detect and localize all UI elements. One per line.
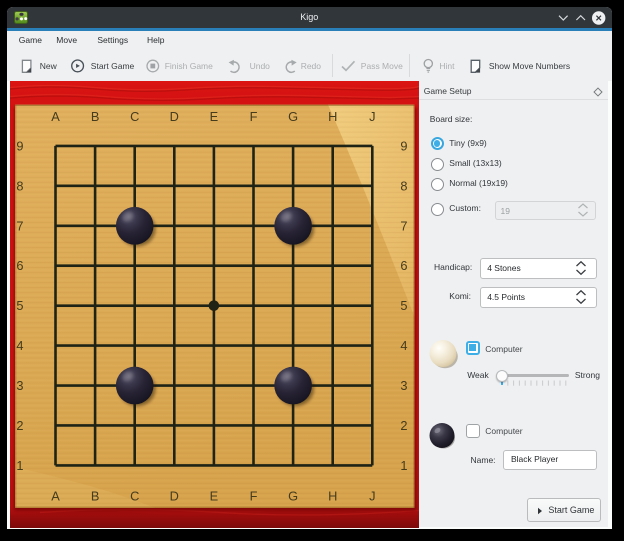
- svg-text:B: B: [90, 488, 99, 503]
- svg-text:H: H: [328, 109, 337, 124]
- svg-text:5: 5: [400, 298, 407, 313]
- svg-text:7: 7: [400, 218, 407, 233]
- svg-text:2: 2: [16, 417, 23, 432]
- svg-text:3: 3: [16, 378, 23, 393]
- svg-text:6: 6: [400, 258, 407, 273]
- svg-text:3: 3: [400, 378, 407, 393]
- svg-text:7: 7: [16, 218, 23, 233]
- svg-text:6: 6: [16, 258, 23, 273]
- svg-text:J: J: [369, 488, 375, 503]
- svg-text:9: 9: [400, 138, 407, 153]
- svg-text:2: 2: [400, 417, 407, 432]
- svg-text:B: B: [90, 109, 99, 124]
- svg-text:C: C: [130, 488, 139, 503]
- svg-text:J: J: [369, 109, 375, 124]
- svg-text:A: A: [51, 488, 60, 503]
- svg-text:4: 4: [400, 338, 407, 353]
- svg-text:D: D: [169, 109, 178, 124]
- svg-text:8: 8: [16, 178, 23, 193]
- svg-text:F: F: [249, 109, 257, 124]
- svg-text:1: 1: [400, 457, 407, 472]
- svg-text:1: 1: [16, 457, 23, 472]
- svg-text:F: F: [249, 488, 257, 503]
- svg-text:5: 5: [16, 298, 23, 313]
- svg-text:D: D: [169, 488, 178, 503]
- svg-text:G: G: [288, 488, 298, 503]
- svg-text:G: G: [288, 109, 298, 124]
- svg-text:E: E: [209, 488, 218, 503]
- svg-text:H: H: [328, 488, 337, 503]
- svg-text:A: A: [51, 109, 60, 124]
- svg-text:9: 9: [16, 138, 23, 153]
- svg-text:8: 8: [400, 178, 407, 193]
- svg-text:C: C: [130, 109, 139, 124]
- svg-text:4: 4: [16, 338, 23, 353]
- svg-text:E: E: [209, 109, 218, 124]
